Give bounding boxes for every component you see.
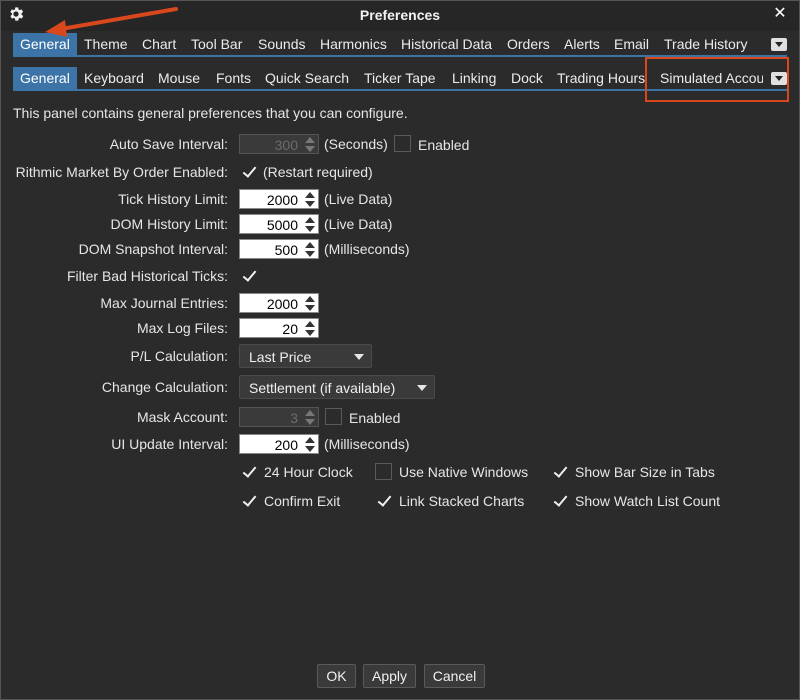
cancel-button[interactable]: Cancel: [424, 664, 485, 688]
auto-save-label: Auto Save Interval:: [109, 136, 228, 152]
option-watch-list-count-label: Show Watch List Count: [575, 493, 720, 509]
tab-theme[interactable]: Theme: [77, 33, 135, 55]
subtab-linking[interactable]: Linking: [445, 67, 503, 89]
tab-harmonics[interactable]: Harmonics: [313, 33, 394, 55]
subtab-mouse[interactable]: Mouse: [151, 67, 207, 89]
rithmic-note: (Restart required): [263, 164, 373, 180]
spinner-arrows-icon[interactable]: [304, 410, 316, 425]
tab-general[interactable]: General: [13, 33, 77, 55]
auto-save-value: 300: [274, 137, 298, 153]
rithmic-label: Rithmic Market By Order Enabled:: [15, 164, 228, 180]
tick-history-unit: (Live Data): [324, 191, 393, 207]
spinner-arrows-icon[interactable]: [304, 217, 316, 232]
tick-history-value: 2000: [266, 192, 298, 208]
dom-history-unit: (Live Data): [324, 216, 393, 232]
tab-trade-history[interactable]: Trade History: [657, 33, 755, 55]
subtab-fonts[interactable]: Fonts: [209, 67, 258, 89]
option-native-windows-label: Use Native Windows: [399, 464, 529, 480]
tab-orders[interactable]: Orders: [500, 33, 557, 55]
dom-snapshot-label: DOM Snapshot Interval:: [78, 241, 228, 257]
option-confirm-exit-checkbox[interactable]: [240, 492, 257, 509]
max-journal-spinner[interactable]: 2000: [239, 293, 319, 313]
dom-history-label: DOM History Limit:: [110, 216, 228, 232]
annotation-highlight-box: [645, 57, 789, 102]
option-link-stacked-charts-label: Link Stacked Charts: [399, 493, 525, 509]
chevron-down-icon: [417, 385, 427, 391]
ui-update-value: 200: [274, 437, 298, 453]
chevron-down-icon: [354, 354, 364, 360]
pl-calculation-select[interactable]: Last Price: [239, 344, 372, 368]
apply-button[interactable]: Apply: [363, 664, 416, 688]
dom-history-spinner[interactable]: 5000: [239, 214, 319, 234]
window-title: Preferences: [359, 7, 441, 23]
tab-email[interactable]: Email: [607, 33, 656, 55]
tab-alerts[interactable]: Alerts: [557, 33, 607, 55]
spinner-arrows-icon[interactable]: [304, 437, 316, 452]
tab-chart[interactable]: Chart: [135, 33, 183, 55]
auto-save-spinner[interactable]: 300: [239, 134, 319, 154]
rithmic-checkbox[interactable]: [240, 163, 257, 180]
change-calculation-value: Settlement (if available): [249, 380, 396, 396]
subtab-dock[interactable]: Dock: [504, 67, 550, 89]
title-bar: Preferences ✕: [1, 1, 799, 31]
spinner-arrows-icon[interactable]: [304, 137, 316, 152]
auto-save-unit: (Seconds): [324, 136, 388, 152]
spinner-arrows-icon[interactable]: [304, 296, 316, 311]
preferences-window: Preferences ✕ General Theme Chart Tool B…: [0, 0, 800, 700]
spinner-arrows-icon[interactable]: [304, 321, 316, 336]
max-log-label: Max Log Files:: [136, 320, 228, 336]
subtab-keyboard[interactable]: Keyboard: [77, 67, 151, 89]
mask-account-label: Mask Account:: [136, 409, 228, 425]
ui-update-spinner[interactable]: 200: [239, 434, 319, 454]
tab-sounds[interactable]: Sounds: [251, 33, 312, 55]
subtab-quick-search[interactable]: Quick Search: [258, 67, 356, 89]
panel-description: This panel contains general preferences …: [13, 105, 408, 121]
option-confirm-exit-label: Confirm Exit: [264, 493, 341, 509]
pl-calculation-value: Last Price: [249, 349, 312, 365]
mask-account-spinner[interactable]: 3: [239, 407, 319, 427]
tick-history-label: Tick History Limit:: [118, 191, 228, 207]
dom-history-value: 5000: [266, 217, 298, 233]
option-bar-size-tabs-checkbox[interactable]: [551, 463, 568, 480]
option-link-stacked-charts-checkbox[interactable]: [375, 492, 392, 509]
subtab-general[interactable]: General: [13, 67, 77, 89]
option-watch-list-count-checkbox[interactable]: [551, 492, 568, 509]
filter-bad-ticks-checkbox[interactable]: [240, 267, 257, 284]
max-log-spinner[interactable]: 20: [239, 318, 319, 338]
ui-update-label: UI Update Interval:: [111, 436, 228, 452]
option-bar-size-tabs-label: Show Bar Size in Tabs: [575, 464, 715, 480]
mask-account-enabled-checkbox[interactable]: [325, 408, 342, 425]
change-calculation-select[interactable]: Settlement (if available): [239, 375, 435, 399]
category-tabs: General Theme Chart Tool Bar Sounds Harm…: [13, 33, 787, 57]
tab-tool-bar[interactable]: Tool Bar: [184, 33, 249, 55]
spinner-arrows-icon[interactable]: [304, 192, 316, 207]
max-journal-label: Max Journal Entries:: [100, 295, 228, 311]
ok-button[interactable]: OK: [317, 664, 356, 688]
more-tabs-dropdown[interactable]: [771, 38, 787, 51]
spinner-arrows-icon[interactable]: [304, 242, 316, 257]
mask-account-value: 3: [290, 410, 298, 426]
dom-snapshot-value: 500: [274, 242, 298, 258]
option-24-hour-clock-checkbox[interactable]: [240, 463, 257, 480]
auto-save-enabled-label: Enabled: [418, 137, 470, 153]
close-icon[interactable]: ✕: [771, 5, 789, 23]
pl-calculation-label: P/L Calculation:: [130, 348, 228, 364]
tick-history-spinner[interactable]: 2000: [239, 189, 319, 209]
change-calculation-label: Change Calculation:: [101, 379, 228, 395]
filter-bad-ticks-label: Filter Bad Historical Ticks:: [66, 268, 228, 284]
subtab-trading-hours[interactable]: Trading Hours: [550, 67, 652, 89]
max-log-value: 20: [282, 321, 298, 337]
dom-snapshot-spinner[interactable]: 500: [239, 239, 319, 259]
option-native-windows-checkbox[interactable]: [375, 463, 392, 480]
max-journal-value: 2000: [266, 296, 298, 312]
option-24-hour-clock-label: 24 Hour Clock: [264, 464, 353, 480]
tab-historical-data[interactable]: Historical Data: [394, 33, 499, 55]
ui-update-unit: (Milliseconds): [324, 436, 410, 452]
subtab-ticker-tape[interactable]: Ticker Tape: [357, 67, 443, 89]
auto-save-enabled-checkbox[interactable]: [394, 135, 411, 152]
mask-account-enabled-label: Enabled: [349, 410, 401, 426]
dom-snapshot-unit: (Milliseconds): [324, 241, 410, 257]
